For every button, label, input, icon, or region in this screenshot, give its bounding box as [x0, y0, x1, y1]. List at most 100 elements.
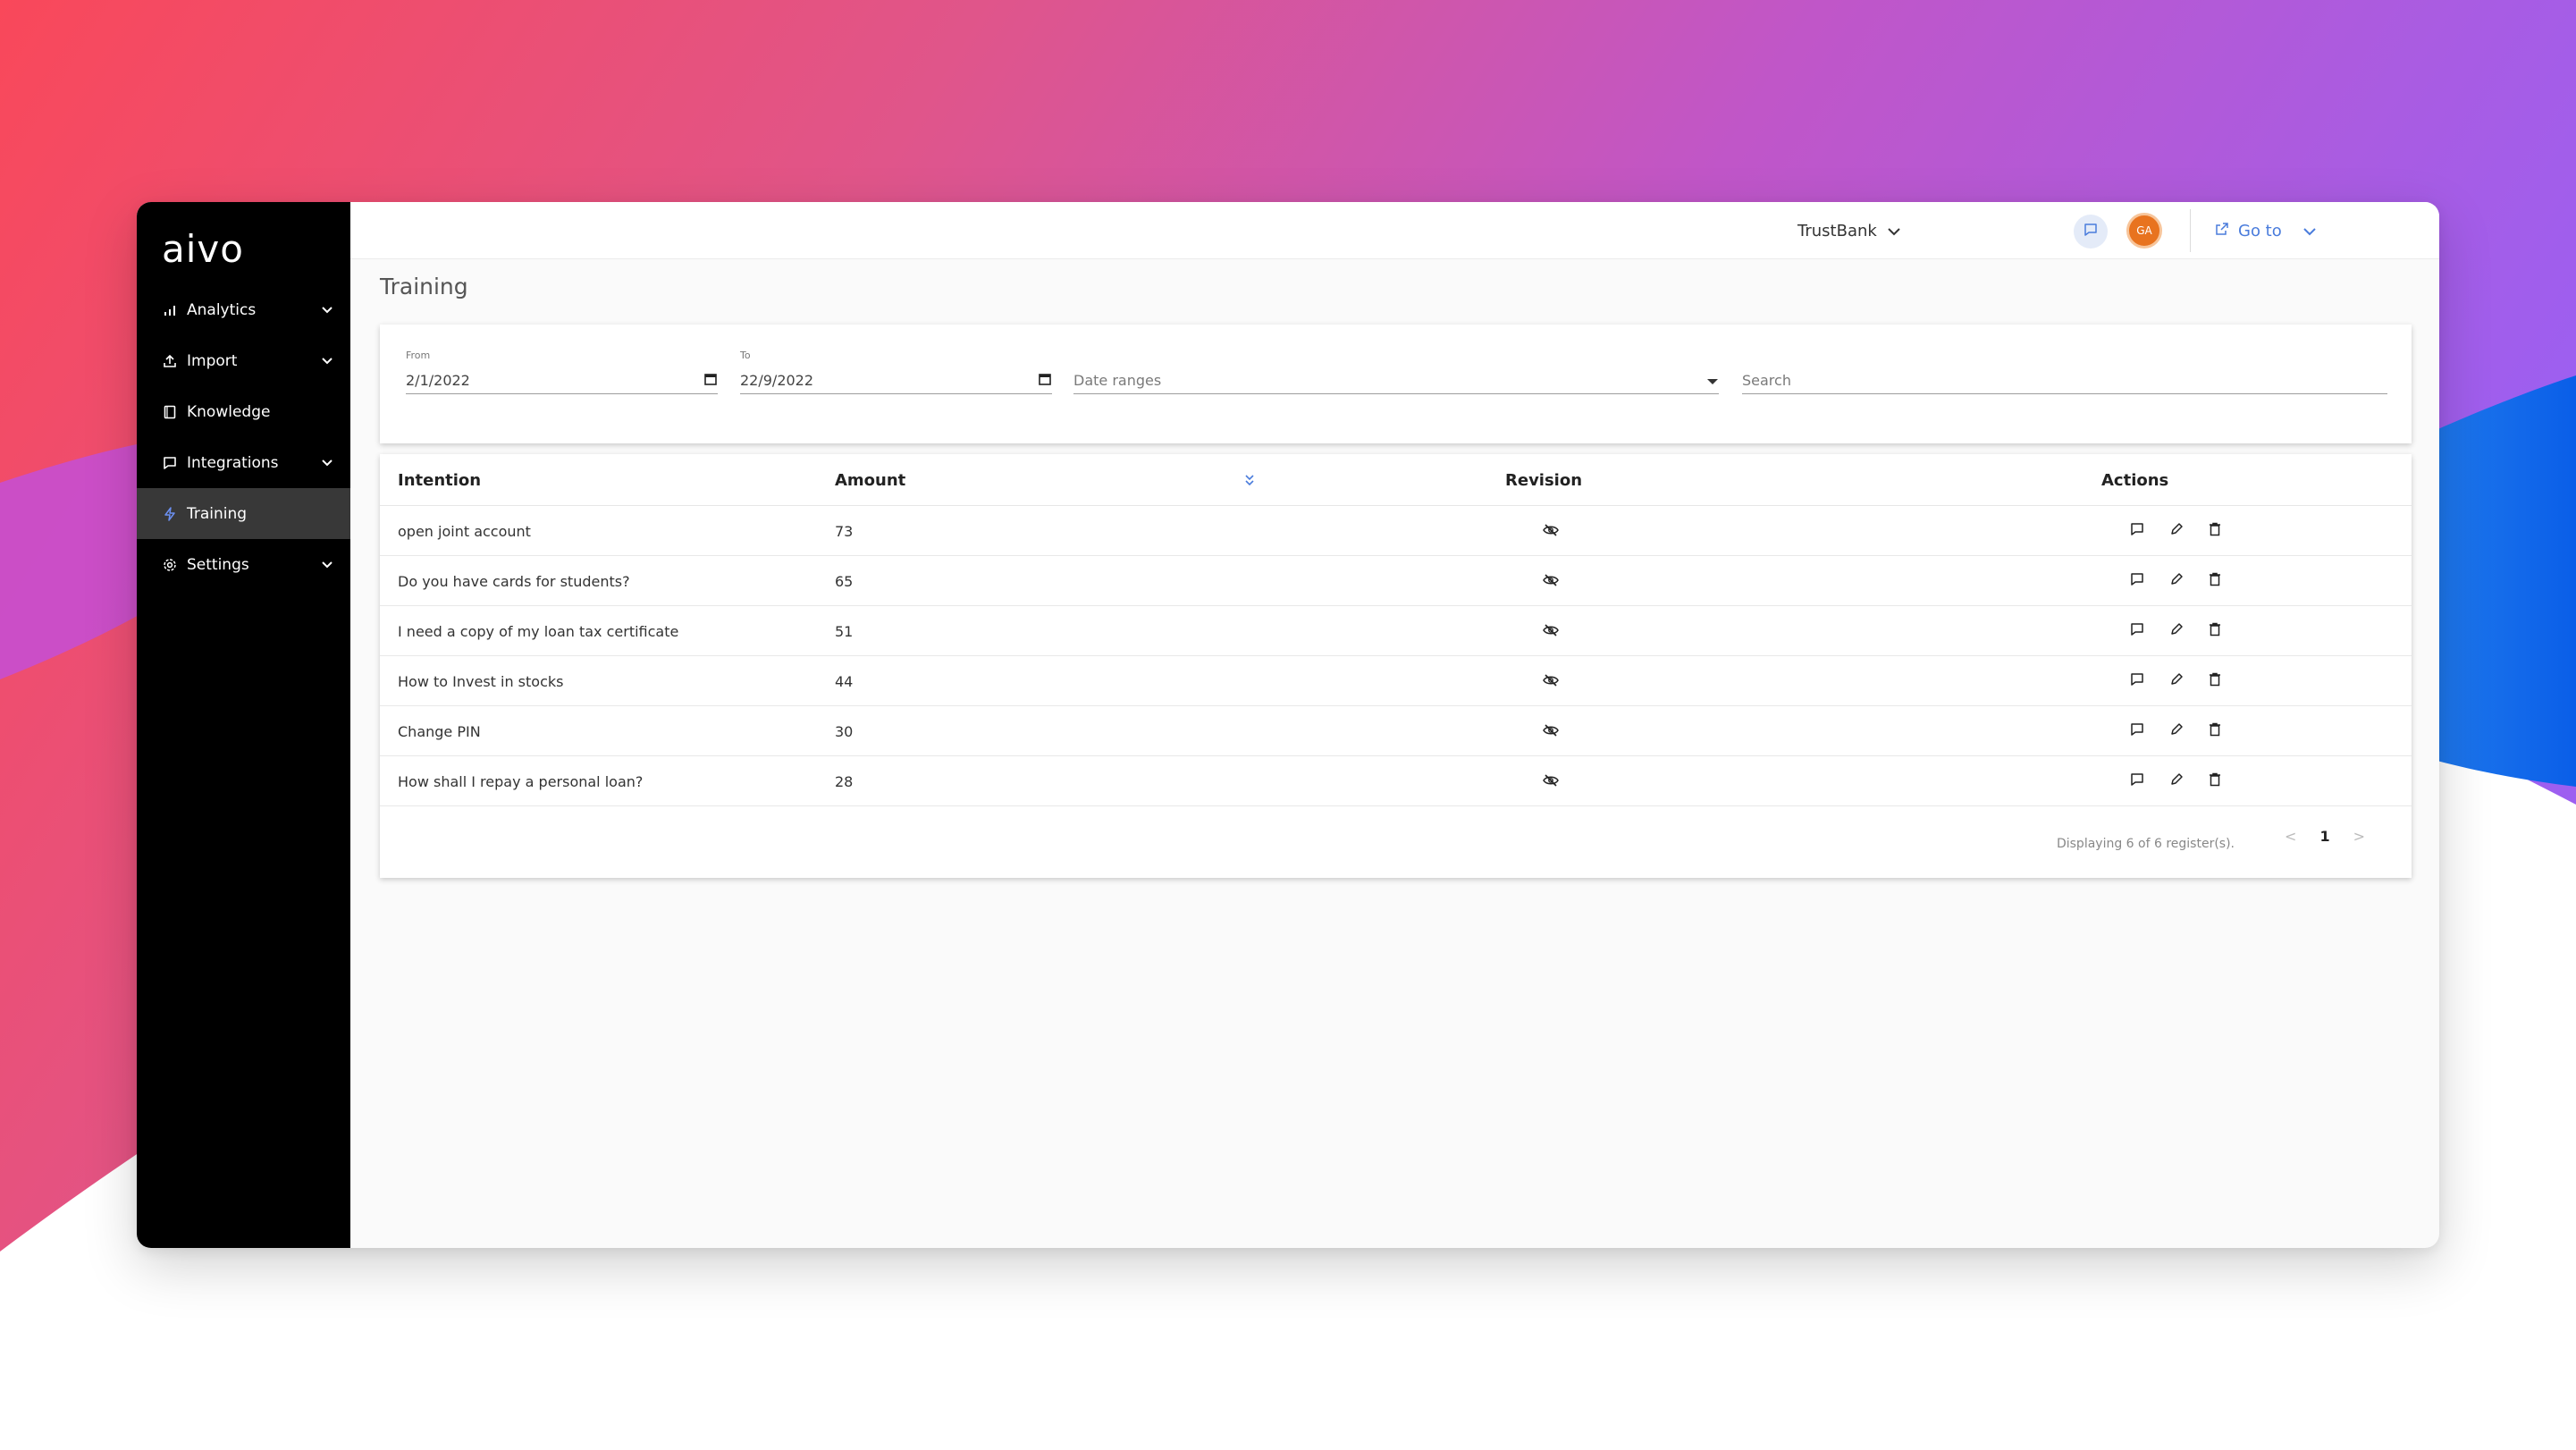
edit-pencil-icon[interactable] — [2169, 622, 2184, 640]
avatar-initials: GA — [2136, 224, 2152, 237]
page-title: Training — [380, 274, 468, 299]
caret-down-icon — [1706, 372, 1719, 389]
divider — [2190, 209, 2191, 252]
trash-icon[interactable] — [2209, 572, 2221, 590]
from-label: From — [406, 350, 431, 361]
sidebar-nav: Analytics Import Knowledge Integrations … — [137, 284, 350, 590]
trash-icon[interactable] — [2209, 772, 2221, 790]
edit-pencil-icon[interactable] — [2169, 772, 2184, 790]
intention-cell: I need a copy of my loan tax certificate — [398, 622, 679, 640]
sidebar-item-training[interactable]: Training — [137, 488, 350, 539]
amount-cell: 28 — [835, 772, 854, 790]
next-page-button[interactable]: > — [2353, 828, 2365, 845]
search-input[interactable]: Search — [1742, 367, 2387, 394]
comment-icon[interactable] — [2130, 722, 2144, 740]
comment-icon[interactable] — [2130, 672, 2144, 690]
sidebar-item-label: Settings — [187, 555, 249, 574]
chat-button[interactable] — [2074, 215, 2108, 249]
chat-bubble-icon — [2084, 223, 2098, 240]
calendar-icon[interactable] — [1038, 372, 1052, 390]
revision-toggle[interactable] — [1543, 606, 1559, 656]
trash-icon[interactable] — [2209, 672, 2221, 690]
gear-icon — [162, 557, 178, 573]
eye-off-icon[interactable] — [1543, 723, 1559, 740]
edit-pencil-icon[interactable] — [2169, 672, 2184, 690]
sidebar-item-analytics[interactable]: Analytics — [137, 284, 350, 335]
comment-icon[interactable] — [2130, 622, 2144, 640]
to-date-input[interactable]: 22/9/2022 — [740, 367, 1052, 394]
aivo-logo[interactable]: aivo — [162, 227, 244, 271]
row-actions — [2130, 556, 2221, 606]
avatar[interactable]: GA — [2126, 213, 2162, 249]
eye-off-icon[interactable] — [1543, 623, 1559, 640]
trash-icon[interactable] — [2209, 622, 2221, 640]
comment-icon[interactable] — [2130, 572, 2144, 590]
sort-icon[interactable] — [1244, 454, 1255, 506]
chat-bubble-icon — [162, 455, 178, 471]
eye-off-icon[interactable] — [1543, 523, 1559, 540]
sidebar-item-label: Analytics — [187, 300, 257, 319]
intention-cell: How shall I repay a personal loan? — [398, 772, 644, 790]
row-actions — [2130, 656, 2221, 706]
prev-page-button[interactable]: < — [2285, 828, 2296, 845]
external-link-icon — [2215, 222, 2229, 240]
revision-toggle[interactable] — [1543, 656, 1559, 706]
trash-icon[interactable] — [2209, 522, 2221, 540]
comment-icon[interactable] — [2130, 522, 2144, 540]
revision-toggle[interactable] — [1543, 556, 1559, 606]
chevron-down-icon — [1888, 222, 1900, 240]
edit-pencil-icon[interactable] — [2169, 522, 2184, 540]
sidebar-item-knowledge[interactable]: Knowledge — [137, 386, 350, 437]
intention-cell: open joint account — [398, 522, 531, 540]
date-ranges-input[interactable]: Date ranges — [1073, 367, 1719, 394]
goto-label: Go to — [2238, 221, 2282, 240]
search-field[interactable]: Search — [1742, 325, 2387, 396]
sidebar: aivo Analytics Import Knowledge Integrat… — [137, 202, 350, 1248]
column-revision: Revision — [1505, 470, 1583, 490]
revision-toggle[interactable] — [1543, 756, 1559, 806]
row-actions — [2130, 756, 2221, 806]
edit-pencil-icon[interactable] — [2169, 722, 2184, 740]
revision-toggle[interactable] — [1543, 706, 1559, 756]
column-intention[interactable]: Intention — [398, 454, 481, 506]
trash-icon[interactable] — [2209, 722, 2221, 740]
column-amount[interactable]: Amount — [835, 454, 905, 506]
revision-toggle[interactable] — [1543, 506, 1559, 556]
from-date-input[interactable]: 2/1/2022 — [406, 367, 718, 394]
sidebar-item-settings[interactable]: Settings — [137, 539, 350, 590]
chevron-down-icon — [322, 559, 334, 571]
comment-icon[interactable] — [2130, 772, 2144, 790]
current-page[interactable]: 1 — [2319, 828, 2329, 845]
calendar-icon[interactable] — [703, 372, 718, 390]
goto-menu[interactable]: Go to — [2215, 202, 2316, 259]
table-row: Do you have cards for students? 65 — [380, 556, 2412, 606]
date-ranges-select[interactable]: Date ranges — [1073, 325, 1719, 396]
from-date-value: 2/1/2022 — [406, 372, 470, 389]
table-header: Intention Amount Revision Actions — [380, 454, 2412, 506]
sidebar-item-label: Integrations — [187, 453, 279, 472]
lightning-icon — [162, 506, 178, 522]
from-date-field[interactable]: From 2/1/2022 — [406, 325, 718, 396]
table-row: How to Invest in stocks 44 — [380, 656, 2412, 706]
date-ranges-placeholder: Date ranges — [1073, 372, 1162, 389]
edit-pencil-icon[interactable] — [2169, 572, 2184, 590]
sidebar-item-label: Knowledge — [187, 402, 271, 421]
to-date-field[interactable]: To 22/9/2022 — [740, 325, 1052, 396]
eye-off-icon[interactable] — [1543, 573, 1559, 590]
pagination-summary: Displaying 6 of 6 register(s). — [2056, 837, 2235, 851]
organization-selector[interactable]: TrustBank — [1797, 202, 1900, 259]
filter-panel: From 2/1/2022 To 22/9/2022 Date ranges S… — [380, 325, 2412, 443]
eye-off-icon[interactable] — [1543, 773, 1559, 790]
sidebar-item-import[interactable]: Import — [137, 335, 350, 386]
sidebar-item-integrations[interactable]: Integrations — [137, 437, 350, 488]
to-date-value: 22/9/2022 — [740, 372, 814, 389]
row-actions — [2130, 506, 2221, 556]
bar-chart-icon — [162, 302, 178, 318]
amount-cell: 44 — [835, 672, 854, 690]
row-actions — [2130, 706, 2221, 756]
book-icon — [162, 404, 178, 420]
eye-off-icon[interactable] — [1543, 673, 1559, 690]
intentions-table: Intention Amount Revision Actions open j… — [380, 454, 2412, 878]
chevron-down-icon — [322, 457, 334, 469]
table-row: I need a copy of my loan tax certificate… — [380, 606, 2412, 656]
